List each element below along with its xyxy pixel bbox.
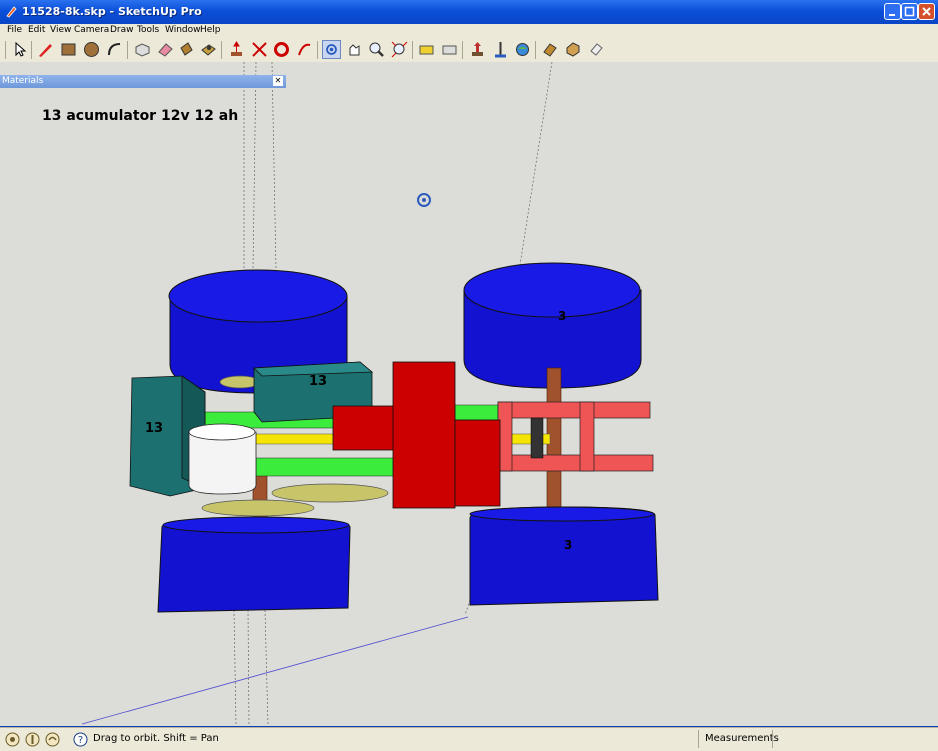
menu-draw[interactable]: Draw — [110, 25, 134, 35]
materials-panel-title: Materials — [2, 76, 44, 86]
orbit-icon[interactable] — [322, 40, 341, 59]
measurements-label-box: Measurements — [698, 730, 779, 748]
menu-file[interactable]: File — [7, 25, 22, 35]
sketchup-app-icon — [6, 6, 17, 18]
dimension-icon[interactable] — [440, 40, 459, 59]
zoom-icon[interactable] — [367, 40, 386, 59]
arc-icon[interactable] — [105, 40, 124, 59]
follow-me-icon[interactable] — [272, 40, 291, 59]
menu-tools[interactable]: Tools — [137, 25, 159, 35]
user-icon[interactable] — [45, 732, 60, 747]
materials-panel-header[interactable]: Materials ✕ — [0, 75, 286, 88]
select-icon[interactable] — [10, 40, 29, 59]
toolbar-grip — [5, 41, 6, 59]
menu-view[interactable]: View — [50, 25, 71, 35]
svg-text:?: ? — [78, 735, 83, 746]
toolbar-separator — [221, 41, 222, 59]
section-plane-icon[interactable] — [541, 40, 560, 59]
measurements-label: Measurements — [705, 733, 779, 744]
menu-help[interactable]: Help — [200, 25, 221, 35]
wheel-back-right-label: 3 — [558, 309, 567, 323]
menu-window[interactable]: Window — [165, 25, 201, 35]
position-camera-icon[interactable] — [513, 40, 532, 59]
menu-bar: File Edit View Camera Draw Tools Window … — [0, 24, 938, 38]
push-pull-icon[interactable] — [199, 40, 218, 59]
toolbar-separator — [31, 41, 32, 59]
minimize-button[interactable] — [884, 3, 901, 20]
status-bar: ? Drag to orbit. Shift = Pan Measurement… — [0, 727, 938, 751]
walk-icon[interactable] — [468, 40, 487, 59]
maximize-icon — [904, 6, 915, 17]
geo-location-icon[interactable] — [5, 732, 20, 747]
battery-left-label: 13 — [145, 421, 164, 436]
eraser-icon[interactable] — [156, 40, 175, 59]
zoom-extents-icon[interactable] — [390, 40, 409, 59]
tape-measure-icon[interactable] — [417, 40, 436, 59]
help-icon[interactable]: ? — [73, 732, 88, 747]
toolbar-separator — [535, 41, 536, 59]
maximize-button[interactable] — [901, 3, 918, 20]
wheel-front-right-label: 3 — [564, 538, 573, 552]
toolbar-separator — [317, 41, 318, 59]
minimize-icon — [889, 14, 895, 16]
rectangle-icon[interactable] — [59, 40, 78, 59]
status-hint: Drag to orbit. Shift = Pan — [93, 733, 219, 744]
toolbar-separator — [462, 41, 463, 59]
measurements-input[interactable] — [772, 730, 933, 748]
model-annotation-text[interactable]: 13 acumulator 12v 12 ah — [42, 108, 238, 124]
toolbar-separator — [127, 41, 128, 59]
panel-close-icon[interactable]: ✕ — [273, 76, 283, 86]
close-button[interactable] — [918, 3, 935, 20]
components-icon[interactable] — [564, 40, 583, 59]
make-component-icon[interactable] — [133, 40, 152, 59]
credits-icon[interactable] — [25, 732, 40, 747]
rotate-icon[interactable] — [250, 40, 269, 59]
window-title: 11528-8k.skp - SketchUp Pro — [22, 5, 202, 18]
close-icon — [922, 7, 931, 16]
paint-bucket-icon[interactable] — [177, 40, 196, 59]
pencil-icon[interactable] — [36, 40, 55, 59]
circle-icon[interactable] — [82, 40, 101, 59]
battery-top-label: 13 — [309, 374, 328, 389]
shadows-icon[interactable] — [587, 40, 606, 59]
look-around-icon[interactable] — [491, 40, 510, 59]
pan-icon[interactable] — [345, 40, 364, 59]
drawing-viewport[interactable] — [0, 62, 938, 726]
title-bar: 11528-8k.skp - SketchUp Pro — [0, 0, 938, 24]
menu-camera[interactable]: Camera — [74, 25, 109, 35]
main-toolbar — [0, 38, 938, 63]
toolbar-separator — [412, 41, 413, 59]
offset-icon[interactable] — [295, 40, 314, 59]
move-icon[interactable] — [227, 40, 246, 59]
menu-edit[interactable]: Edit — [28, 25, 45, 35]
